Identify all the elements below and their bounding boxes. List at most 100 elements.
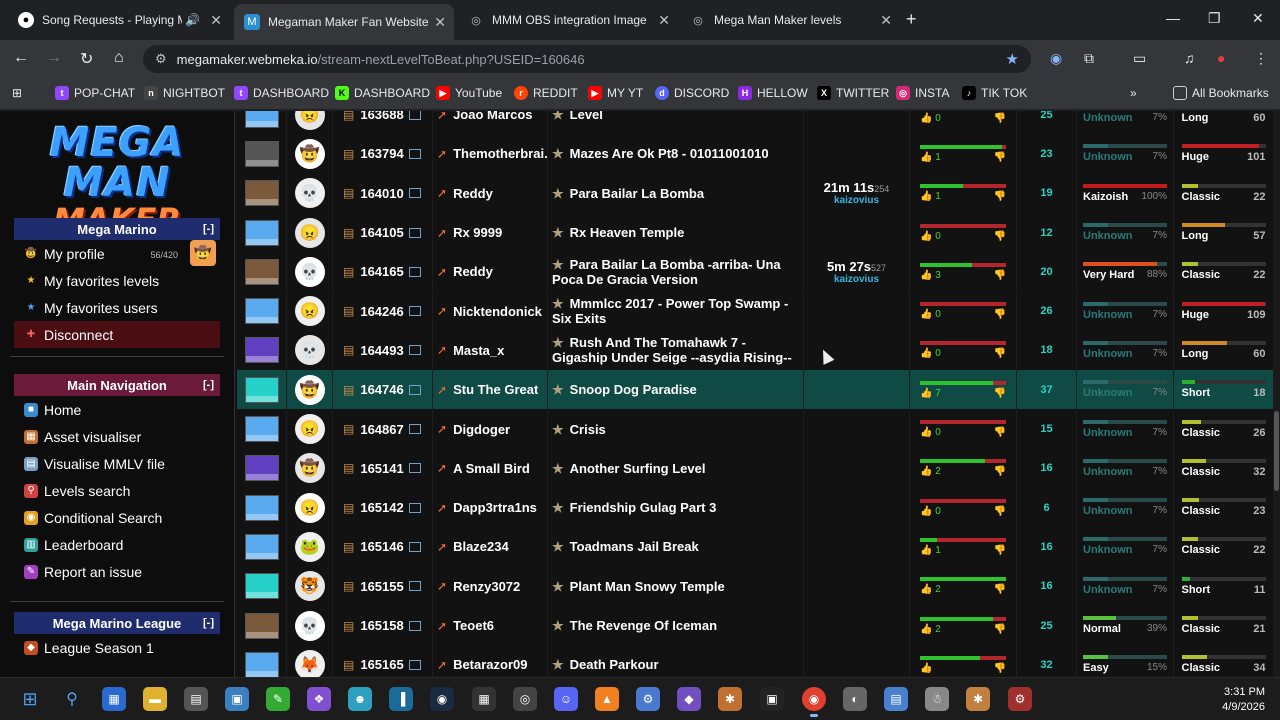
thumbs-up-icon[interactable]: 👍 2 xyxy=(920,584,941,595)
bookmark-youtube[interactable]: ▶ YouTube xyxy=(436,86,502,100)
level-row[interactable]: 💀 ▤ 164165 ➚ Reddy ★ Para Bailar La Bomba… xyxy=(237,252,1273,292)
level-file-icon[interactable]: ▤ xyxy=(343,226,354,240)
thumbs-down-icon[interactable]: 👎 xyxy=(994,348,1006,359)
bookmark-dashboard-twitch[interactable]: t DASHBOARD xyxy=(234,86,329,100)
sidebar-item-my-profile[interactable]: 🤠 My profile 56/420 🤠 xyxy=(14,240,220,267)
sidebar-item-levels-search[interactable]: ⚲ Levels search xyxy=(14,477,220,504)
thumbs-down-icon[interactable]: 👎 xyxy=(994,466,1006,477)
level-title[interactable]: ★ Crisis xyxy=(552,422,606,437)
level-thumbnail-cell[interactable] xyxy=(237,134,287,174)
avatar[interactable]: 💀 xyxy=(294,610,325,641)
back-icon[interactable]: ← xyxy=(13,49,29,67)
level-title[interactable]: ★ Para Bailar La Bomba xyxy=(552,186,704,201)
bookmark-nightbot[interactable]: n NIGHTBOT xyxy=(144,86,225,100)
bookmark-twitter[interactable]: X TWITTER xyxy=(817,86,889,100)
record-holder[interactable]: kaizovius xyxy=(834,274,879,285)
star-icon[interactable]: ★ xyxy=(552,186,564,201)
level-row[interactable]: 🤠 ▤ 163794 ➚ Themotherbrai... ★ Mazes Are… xyxy=(237,134,1273,174)
address-bar[interactable]: ⚙ megamaker.webmeka.io /stream-nextLevel… xyxy=(143,45,1031,73)
level-id[interactable]: 164746 xyxy=(360,382,403,397)
sidebar-item-leaderboard[interactable]: ▥ Leaderboard xyxy=(14,531,220,558)
level-thumbnail[interactable] xyxy=(244,298,279,325)
thumbs-up-icon[interactable]: 👍 0 xyxy=(920,113,941,124)
level-file-icon[interactable]: ▤ xyxy=(343,619,354,633)
thumbs-up-icon[interactable]: 👍 0 xyxy=(920,427,941,438)
level-row[interactable]: 😠 ▤ 163688 ➚ Joao Marcos ★ Level 👍 0 👎 25 xyxy=(237,111,1273,135)
thumbs-down-icon[interactable]: 👎 xyxy=(994,231,1006,242)
minimize-icon[interactable]: — xyxy=(1166,10,1180,26)
level-id[interactable]: 164165 xyxy=(360,264,403,279)
level-file-icon[interactable]: ▤ xyxy=(343,186,354,200)
forward-icon[interactable]: → xyxy=(46,49,62,67)
league-section-header[interactable]: Mega Marino League [-] xyxy=(14,612,220,634)
level-title[interactable]: ★ Another Surfing Level xyxy=(552,461,705,476)
thumbs-up-icon[interactable]: 👍 2 xyxy=(920,624,941,635)
new-tab-button[interactable]: + xyxy=(906,9,917,30)
level-thumbnail[interactable] xyxy=(244,337,279,364)
thumbs-down-icon[interactable]: 👎 xyxy=(994,584,1006,595)
level-title[interactable]: ★ Friendship Gulag Part 3 xyxy=(552,500,716,515)
level-thumbnail[interactable] xyxy=(244,219,279,246)
thumbs-down-icon[interactable]: 👎 xyxy=(994,506,1006,517)
image-icon[interactable] xyxy=(408,541,421,552)
level-thumbnail-cell[interactable] xyxy=(237,291,287,331)
level-row[interactable]: 😠 ▤ 165142 ➚ Dapp3rtra1ns ★ Friendship Gu… xyxy=(237,488,1273,528)
thumbs-up-icon[interactable]: 👍 1 xyxy=(920,191,941,202)
sidebar-item-favorite-levels[interactable]: ★ My favorites levels xyxy=(14,267,220,294)
cast-icon[interactable]: ▭ xyxy=(1133,50,1146,67)
star-icon[interactable]: ★ xyxy=(552,257,564,272)
home-icon[interactable]: ⌂ xyxy=(114,49,124,67)
avatar[interactable]: 😠 xyxy=(294,111,325,130)
sidebar-item-disconnect[interactable]: ✚ Disconnect xyxy=(14,321,220,348)
close-tab-icon[interactable]: ✕ xyxy=(434,14,446,31)
bookmarks-overflow-icon[interactable]: » xyxy=(1130,86,1137,100)
avatar[interactable]: 💀 xyxy=(294,178,325,209)
level-thumbnail[interactable] xyxy=(244,140,279,167)
level-thumbnail[interactable] xyxy=(244,455,279,482)
file-explorer-icon[interactable]: ▬ xyxy=(143,687,167,711)
level-thumbnail[interactable] xyxy=(244,612,279,639)
author-name[interactable]: Digdoger xyxy=(453,422,510,437)
level-thumbnail[interactable] xyxy=(244,111,279,128)
site-info-icon[interactable]: ⚙ xyxy=(155,51,167,67)
star-icon[interactable]: ★ xyxy=(552,335,564,350)
level-id[interactable]: 164493 xyxy=(360,343,403,358)
level-thumbnail-cell[interactable] xyxy=(237,566,287,606)
app-icon[interactable]: ⚙ xyxy=(1008,687,1032,711)
level-file-icon[interactable]: ▤ xyxy=(343,579,354,593)
author-name[interactable]: Renzy3072 xyxy=(453,579,520,594)
image-icon[interactable] xyxy=(408,266,421,277)
level-file-icon[interactable]: ▤ xyxy=(343,501,354,515)
avatar[interactable]: 😠 xyxy=(294,296,325,327)
level-row[interactable]: 💀 ▤ 165158 ➚ Teoet6 ★ The Revenge Of Icem… xyxy=(237,605,1273,646)
thumbs-down-icon[interactable]: 👎 xyxy=(994,663,1006,674)
main-navigation-header[interactable]: Main Navigation [-] xyxy=(14,374,220,396)
level-id[interactable]: 165155 xyxy=(360,579,403,594)
obs-icon[interactable]: ◎ xyxy=(513,687,537,711)
avatar[interactable]: 🐯 xyxy=(294,571,325,602)
author-name[interactable]: Stu The Great xyxy=(453,382,538,397)
bookmark-insta[interactable]: ◎ INSTA xyxy=(896,86,949,100)
level-thumbnail-cell[interactable] xyxy=(237,409,287,449)
bookmark-my-yt[interactable]: ▶ MY YT xyxy=(588,86,643,100)
thumbs-up-icon[interactable]: 👍 1 xyxy=(920,545,941,556)
level-row[interactable]: 🐸 ▤ 165146 ➚ Blaze234 ★ Toadmans Jail Bre… xyxy=(237,527,1273,567)
level-id[interactable]: 165165 xyxy=(360,657,403,672)
level-file-icon[interactable]: ▤ xyxy=(343,461,354,475)
menu-icon[interactable]: ⋮ xyxy=(1254,50,1268,67)
star-icon[interactable]: ★ xyxy=(552,382,564,397)
sidebar-item-asset-visualiser[interactable]: ▦ Asset visualiser xyxy=(14,423,220,450)
level-thumbnail[interactable] xyxy=(244,258,279,285)
sidebar-item-conditional-search[interactable]: ◉ Conditional Search xyxy=(14,504,220,531)
app-icon[interactable]: ▦ xyxy=(472,687,496,711)
search-icon[interactable]: ⚲ xyxy=(60,687,84,711)
level-thumbnail-cell[interactable] xyxy=(237,212,287,253)
level-row[interactable]: 🦊 ▤ 165165 ➚ Betarazor09 ★ Death Parkour … xyxy=(237,645,1273,677)
level-file-icon[interactable]: ▤ xyxy=(343,111,354,122)
apps-icon[interactable]: ⊞ xyxy=(12,86,22,100)
level-row[interactable]: 🐯 ▤ 165155 ➚ Renzy3072 ★ Plant Man Snowy … xyxy=(237,566,1273,606)
star-icon[interactable]: ★ xyxy=(552,296,564,311)
thumbs-down-icon[interactable]: 👎 xyxy=(994,309,1006,320)
sidebar-item-visualise-mmlv[interactable]: ▤ Visualise MMLV file xyxy=(14,450,220,477)
level-file-icon[interactable]: ▤ xyxy=(343,304,354,318)
